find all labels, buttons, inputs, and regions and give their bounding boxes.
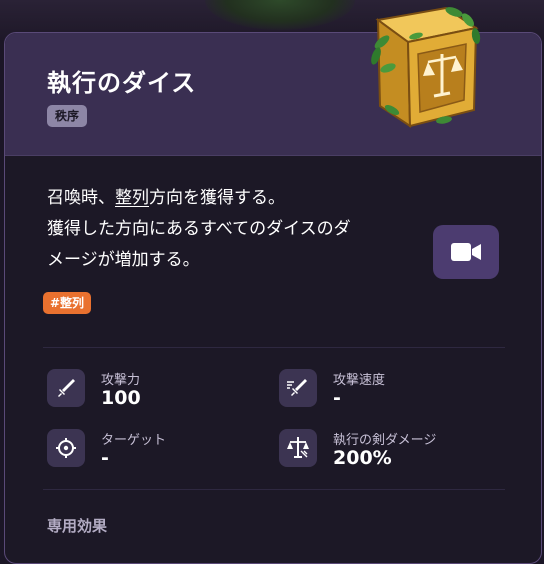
keyword-tag[interactable]: #整列 — [43, 292, 92, 314]
dice-description: 召喚時、整列方向を獲得する。 獲得した方向にあるすべてのダイスのダ メージが増加… — [47, 183, 427, 276]
divider — [43, 347, 505, 348]
description-line-1: 召喚時、整列方向を獲得する。 — [47, 188, 285, 208]
justice-dice-icon — [371, 6, 481, 128]
sword-icon — [58, 379, 75, 397]
class-tag: 秩序 — [47, 105, 88, 127]
video-camera-icon — [451, 243, 481, 261]
sword-damage-icon-box — [279, 429, 317, 467]
dice-title: 執行のダイス — [47, 69, 197, 97]
stat-value-attack: 100 — [101, 387, 141, 409]
description-line-3: メージが増加する。 — [47, 250, 200, 270]
stat-label-speed: 攻撃速度 — [333, 373, 386, 388]
stat-value-speed: - — [333, 387, 341, 409]
stat-label-attack: 攻撃力 — [101, 373, 141, 388]
keyword-link[interactable]: 整列 — [115, 188, 149, 208]
stat-value-sword-damage: 200% — [333, 447, 392, 469]
stat-label-target: ターゲット — [101, 433, 167, 448]
section-title-exclusive-effect: 専用効果 — [47, 517, 108, 535]
dice-artwork — [358, 2, 488, 132]
description-line-2: 獲得した方向にあるすべてのダイスのダ — [47, 219, 351, 239]
attack-power-icon-box — [47, 369, 85, 407]
stat-value-target: - — [101, 447, 109, 469]
stat-label-sword-damage: 執行の剣ダメージ — [333, 433, 437, 448]
target-icon-box — [47, 429, 85, 467]
attack-speed-icon — [287, 379, 307, 396]
target-icon — [56, 438, 76, 458]
attack-speed-icon-box — [279, 369, 317, 407]
video-button[interactable] — [433, 225, 499, 279]
divider — [43, 489, 505, 490]
scales-sword-icon — [287, 437, 309, 458]
